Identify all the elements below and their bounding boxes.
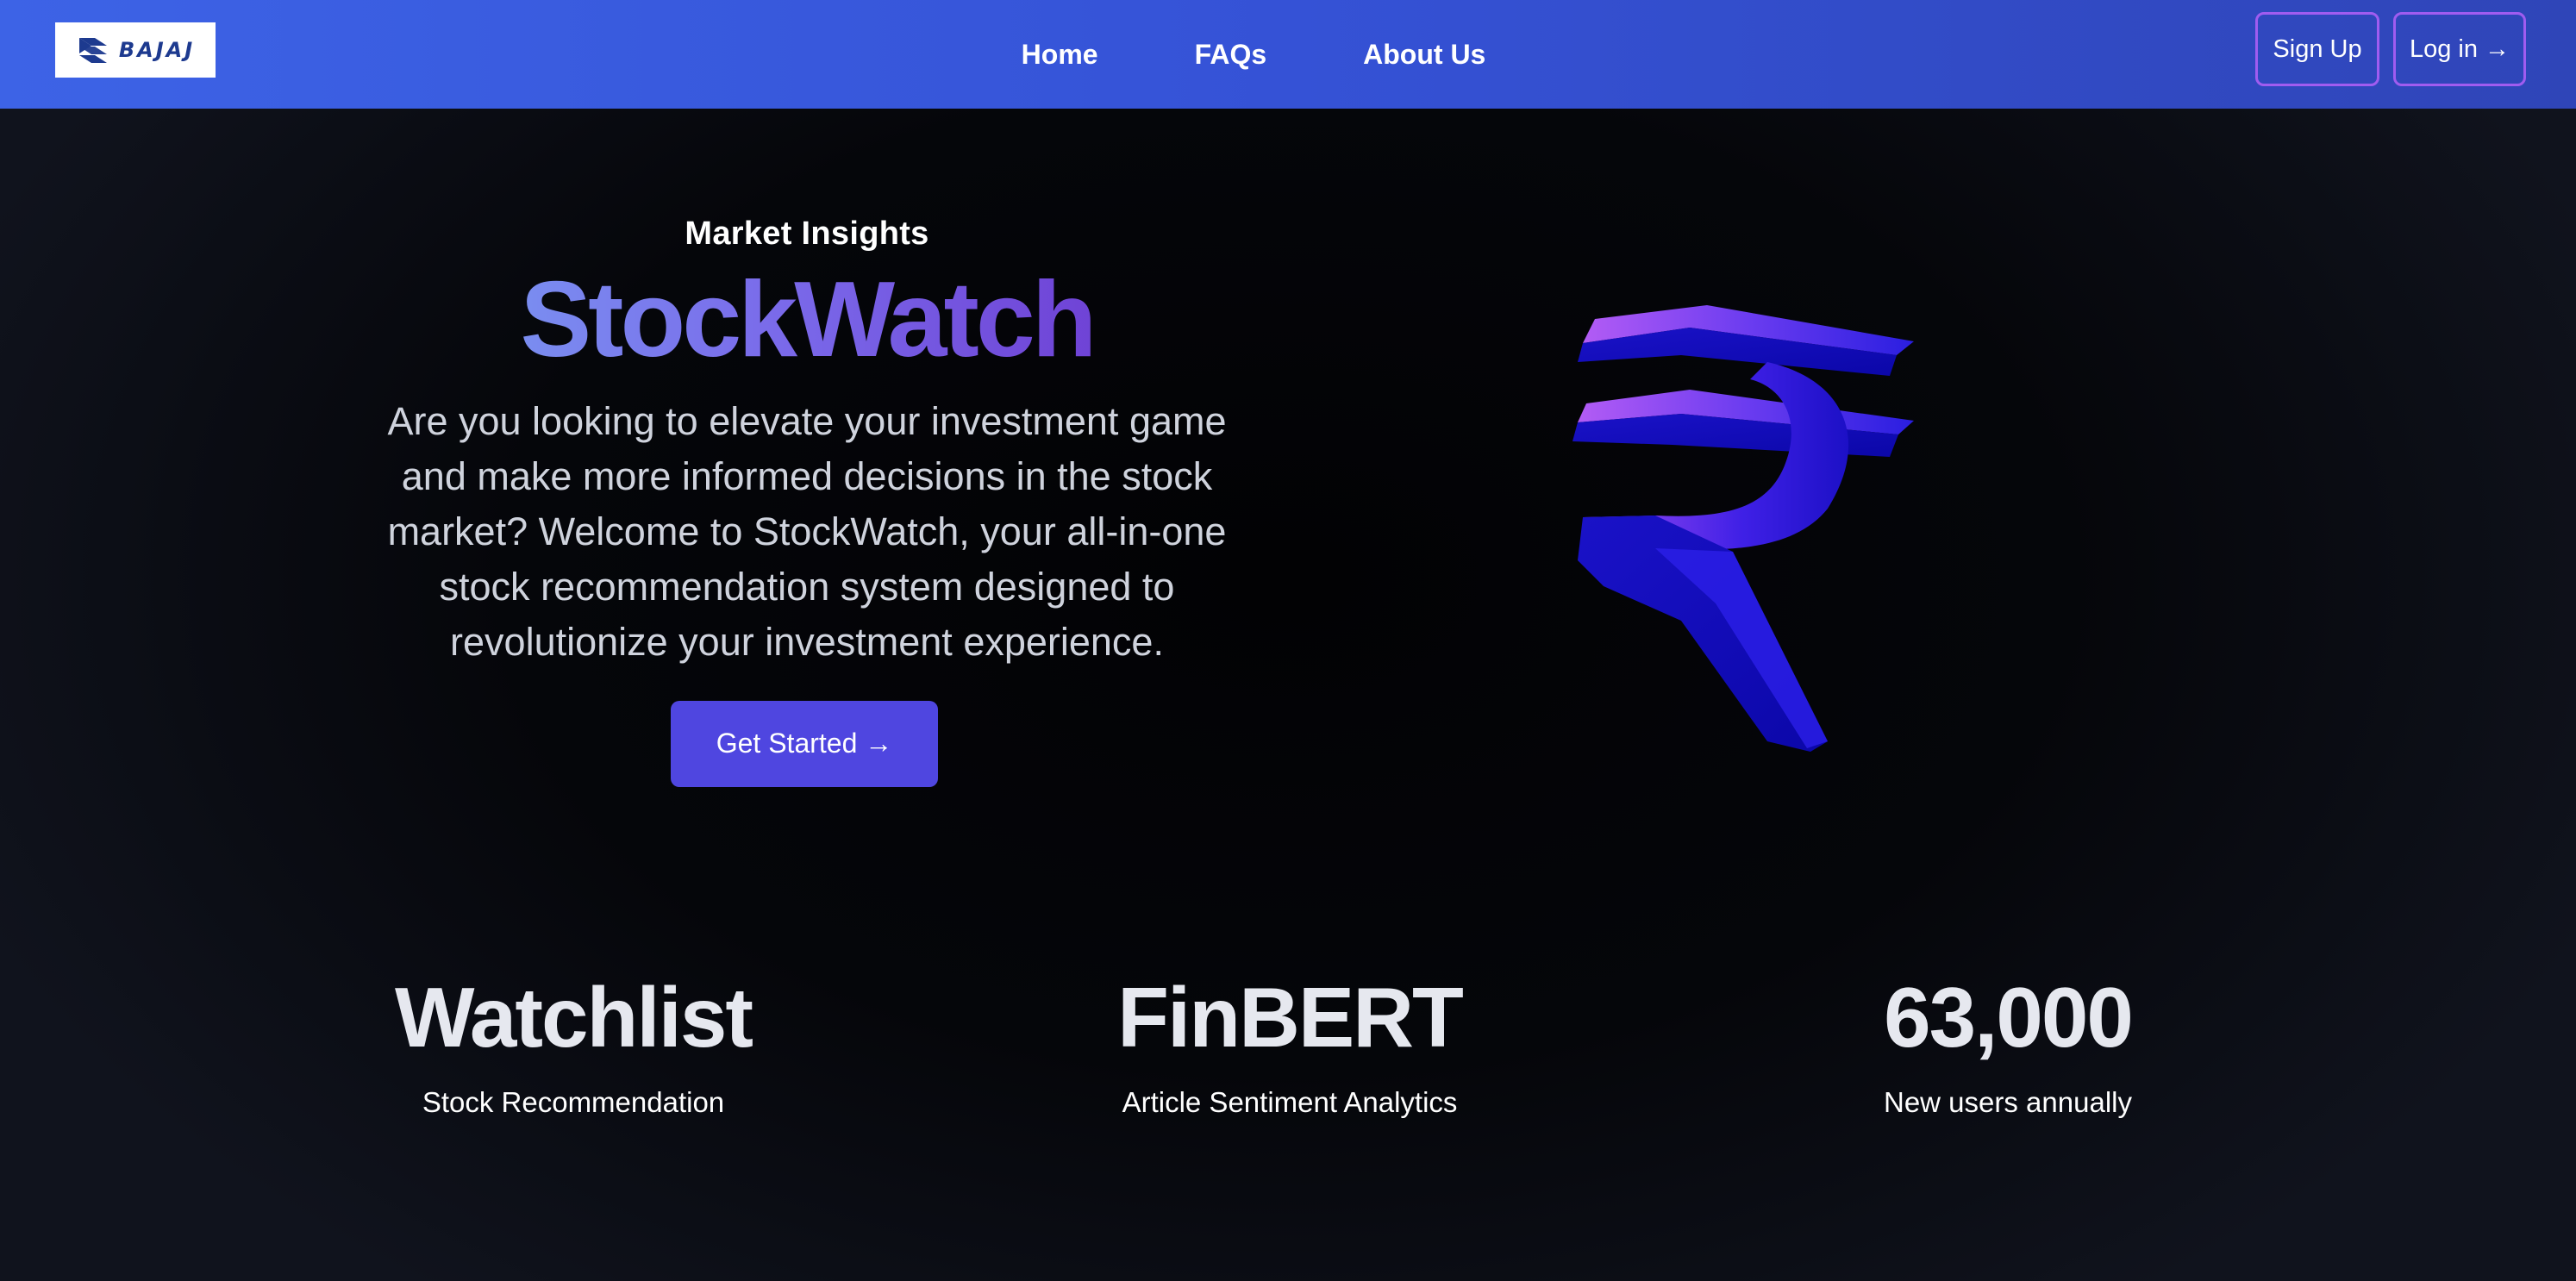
stat-label: New users annually [1884, 1086, 2132, 1118]
log-in-button[interactable]: Log in → [2393, 12, 2526, 86]
rupee-illustration [1572, 305, 1914, 752]
get-started-button[interactable]: Get Started → [671, 700, 938, 787]
hero-title: StockWatch [520, 260, 1097, 379]
stat-watchlist: Watchlist Stock Recommendation [272, 965, 875, 1119]
stat-finbert: FinBERT Article Sentiment Analytics [988, 965, 1591, 1119]
navbar: BAJAJ Home FAQs About Us Sign Up Log in … [0, 0, 2576, 109]
stat-label: Article Sentiment Analytics [1122, 1086, 1458, 1118]
hero-section: Market Insights StockWatch Are you looki… [345, 216, 1269, 787]
sign-up-button[interactable]: Sign Up [2255, 12, 2379, 86]
stat-label: Stock Recommendation [422, 1086, 725, 1118]
hero-eyebrow: Market Insights [685, 216, 929, 252]
stat-value: Watchlist [395, 970, 753, 1065]
nav-about-link[interactable]: About Us [1363, 39, 1485, 71]
stat-value: 63,000 [1884, 970, 2134, 1065]
landing-page: BAJAJ Home FAQs About Us Sign Up Log in … [0, 0, 2576, 1281]
rupee-3d-icon [1552, 293, 1948, 776]
stat-value: FinBERT [1117, 970, 1464, 1065]
nav-faqs-link[interactable]: FAQs [1195, 39, 1267, 71]
main-nav: Home FAQs About Us [0, 0, 2576, 109]
nav-home-link[interactable]: Home [1022, 39, 1098, 71]
hero-description: Are you looking to elevate your investme… [387, 398, 1227, 664]
stat-users: 63,000 New users annually [1706, 965, 2310, 1119]
